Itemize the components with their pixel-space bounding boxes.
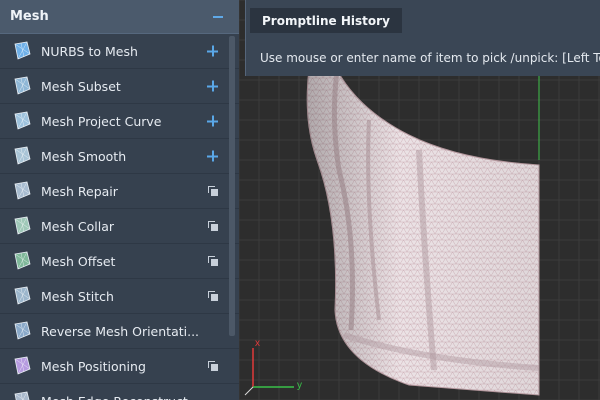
mesh-project-curve-icon (11, 110, 33, 132)
promptline-message: Use mouse or enter name of item to pick … (260, 51, 600, 65)
tool-item-mesh-positioning[interactable]: Mesh Positioning (0, 349, 239, 384)
tool-item-label: Mesh Edge Reconstruct (41, 394, 188, 400)
mesh-positioning-icon (11, 355, 33, 377)
y-axis-label: y (297, 380, 302, 391)
axis-triad (244, 348, 294, 396)
mesh-panel: Mesh NURBS to Mesh Mesh Subset Mesh Projec… (0, 0, 239, 400)
tool-item-mesh-project-curve[interactable]: Mesh Project Curve (0, 104, 239, 139)
tool-item-label: Mesh Stitch (41, 288, 114, 304)
tool-item-label: NURBS to Mesh (41, 43, 138, 59)
copy-icon[interactable] (208, 186, 218, 196)
copy-icon[interactable] (208, 256, 218, 266)
copy-icon[interactable] (208, 361, 218, 371)
tool-item-label: Mesh Repair (41, 183, 118, 199)
tool-item-label: Mesh Positioning (41, 358, 146, 374)
tool-item-label: Reverse Mesh Orientati... (41, 323, 200, 339)
copy-icon[interactable] (208, 291, 218, 301)
tool-item-mesh-repair[interactable]: Mesh Repair (0, 174, 239, 209)
add-icon[interactable] (207, 150, 218, 162)
add-icon[interactable] (207, 115, 218, 127)
tool-item-nurbs-to-mesh[interactable]: NURBS to Mesh (0, 34, 239, 69)
promptline-history-tab[interactable]: Promptline History (250, 8, 402, 33)
collapse-icon[interactable] (213, 15, 223, 18)
tool-list: NURBS to Mesh Mesh Subset Mesh Project Cur… (0, 34, 239, 400)
tool-item-mesh-smooth[interactable]: Mesh Smooth (0, 139, 239, 174)
mesh-subset-icon (11, 75, 33, 97)
mesh-smooth-icon (11, 145, 33, 167)
panel-scrollbar[interactable] (229, 36, 235, 336)
mesh-edge-reconstruct-icon (11, 390, 33, 400)
mesh-offset-icon (11, 250, 33, 272)
tool-item-reverse-mesh-orientati[interactable]: Reverse Mesh Orientati... (0, 314, 239, 349)
add-icon[interactable] (207, 80, 218, 92)
tool-item-label: Mesh Subset (41, 78, 121, 94)
tool-item-mesh-offset[interactable]: Mesh Offset (0, 244, 239, 279)
x-axis-label: x (255, 338, 260, 349)
mesh-collar-icon (11, 215, 33, 237)
panel-title: Mesh (10, 9, 49, 24)
tool-item-label: Mesh Project Curve (41, 113, 162, 129)
promptline-history-popup: Promptline History Use mouse or enter na… (245, 0, 600, 76)
mesh-model (306, 69, 540, 396)
mesh-stitch-icon (11, 285, 33, 307)
tool-item-mesh-edge-reconstruct[interactable]: Mesh Edge Reconstruct (0, 384, 239, 400)
mesh-repair-icon (11, 180, 33, 202)
tool-item-mesh-collar[interactable]: Mesh Collar (0, 209, 239, 244)
copy-icon[interactable] (208, 221, 218, 231)
tool-item-label: Mesh Collar (41, 218, 115, 234)
tool-item-mesh-stitch[interactable]: Mesh Stitch (0, 279, 239, 314)
tool-item-label: Mesh Smooth (41, 148, 127, 164)
panel-header[interactable]: Mesh (0, 0, 239, 34)
nurbs-to-mesh-icon (11, 40, 33, 62)
add-icon[interactable] (207, 45, 218, 57)
tool-item-label: Mesh Offset (41, 253, 116, 269)
tool-item-mesh-subset[interactable]: Mesh Subset (0, 69, 239, 104)
reverse-mesh-orientation-icon (11, 320, 33, 342)
